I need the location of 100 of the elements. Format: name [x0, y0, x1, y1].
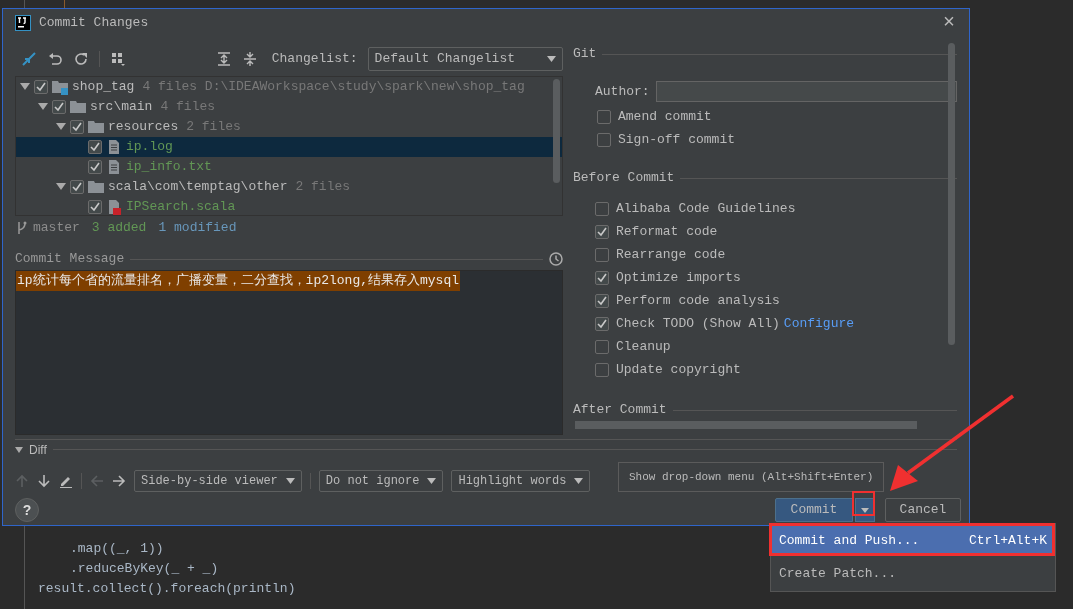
option-label: Cleanup	[616, 337, 671, 356]
right-arrow-button[interactable]	[112, 474, 126, 488]
file-icon	[106, 139, 122, 155]
caret-icon	[547, 56, 556, 62]
tree-row[interactable]: shop_tag 4 files D:\IDEAWorkspace\study\spark\new\shop_tag	[16, 77, 562, 97]
checkbox[interactable]	[70, 180, 84, 194]
changelist-dropdown[interactable]: Default Changelist	[367, 47, 563, 71]
undo-button[interactable]	[47, 51, 63, 67]
folder-name: scala\com\temptag\other	[108, 178, 288, 197]
checkbox[interactable]	[595, 270, 609, 285]
option-label: Update copyright	[616, 360, 741, 379]
highlight-dropdown[interactable]: Highlight words	[451, 470, 591, 492]
added-count: 3 added	[91, 219, 147, 238]
refresh-icon	[73, 51, 89, 67]
tree-row[interactable]: resources 2 files	[16, 117, 562, 137]
author-field[interactable]	[655, 81, 957, 102]
arrows-button[interactable]	[21, 51, 37, 67]
checkbox[interactable]	[595, 293, 609, 308]
down-arrow-button[interactable]	[37, 474, 51, 488]
expand-all-button[interactable]	[215, 51, 232, 67]
file-icon	[106, 159, 122, 175]
history-button[interactable]	[549, 252, 563, 266]
section-title: Git	[573, 45, 597, 64]
tree-row[interactable]: scala\com\temptag\other 2 files	[16, 177, 562, 197]
checkbox[interactable]	[88, 160, 102, 174]
file-name: ip_info.txt	[126, 158, 212, 177]
checkbox[interactable]	[595, 362, 609, 377]
checkbox[interactable]	[595, 339, 609, 354]
menu-item[interactable]: Commit and Push... Ctrl+Alt+K	[771, 526, 1055, 556]
down-arrow-icon	[37, 474, 51, 488]
checkbox[interactable]	[70, 120, 84, 134]
commit-button[interactable]: Commit	[775, 498, 853, 522]
caret-icon	[285, 478, 295, 484]
scrollbar[interactable]	[948, 43, 955, 345]
folder-name: shop_tag	[72, 78, 135, 97]
menu-item[interactable]: Create Patch...	[771, 559, 1055, 589]
app-logo-icon	[15, 15, 31, 31]
tooltip: Show drop-down menu (Alt+Shift+Enter)	[618, 462, 885, 492]
checkbox[interactable]	[595, 316, 609, 331]
window-title: Commit Changes	[39, 14, 149, 33]
close-button[interactable]: ×	[943, 13, 955, 33]
refresh-button[interactable]	[73, 51, 89, 67]
expanded-icon[interactable]	[56, 122, 66, 132]
tree-row[interactable]: ip_info.txt	[16, 157, 562, 177]
cancel-button[interactable]: Cancel	[885, 498, 961, 522]
file-count: 2 files	[295, 178, 351, 197]
expanded-icon[interactable]	[20, 82, 30, 92]
checkbox[interactable]	[595, 224, 609, 239]
option-label: Reformat code	[616, 222, 718, 241]
option-label: Optimize imports	[616, 268, 741, 287]
folder-name: src\main	[90, 98, 153, 117]
tree-row[interactable]: src\main 4 files	[16, 97, 562, 117]
file-name: ip.log	[126, 138, 173, 157]
pencil-button[interactable]	[59, 474, 73, 488]
file-count: 4 files D:\IDEAWorkspace\study\spark\new\shop_tag	[142, 78, 525, 97]
expand-all-icon	[215, 51, 232, 67]
option-label: Perform code analysis	[616, 291, 780, 310]
ignore-dropdown[interactable]: Do not ignore	[318, 470, 444, 492]
checkbox[interactable]	[595, 247, 609, 262]
arrows-icon	[21, 51, 37, 67]
section-label: Commit Message	[15, 250, 125, 269]
module-folder-icon	[52, 79, 68, 95]
option-label: Check TODO (Show All)	[616, 314, 780, 333]
scrollbar[interactable]	[575, 421, 917, 429]
branch-icon	[17, 221, 27, 235]
configure-link[interactable]: Configure	[783, 313, 855, 334]
right-arrow-icon	[112, 474, 126, 488]
tree-row[interactable]: IPSearch.scala	[16, 197, 562, 215]
viewer-dropdown[interactable]: Side-by-side viewer	[134, 470, 302, 492]
checkbox[interactable]	[597, 132, 611, 147]
expanded-icon[interactable]	[38, 102, 48, 112]
check-icon	[597, 295, 607, 306]
author-label: Author:	[595, 82, 650, 101]
branch-name: master	[33, 219, 80, 238]
up-arrow-icon	[15, 474, 29, 488]
group-button[interactable]	[110, 51, 126, 67]
collapse-all-button[interactable]	[241, 51, 258, 67]
check-icon	[597, 226, 607, 237]
undo-icon	[47, 51, 63, 67]
commit-message-field[interactable]: ip统计每个省的流量排名，广播变量，二分查找，ip2long,结果存入mysql	[15, 270, 563, 435]
modified-count: 1 modified	[158, 219, 237, 238]
collapse-all-icon	[241, 51, 258, 67]
clock-icon	[549, 252, 563, 266]
checkbox[interactable]	[597, 109, 611, 124]
expanded-icon[interactable]	[56, 182, 66, 192]
checkbox[interactable]	[88, 140, 102, 154]
checkbox[interactable]	[34, 80, 48, 94]
help-button[interactable]: ?	[15, 498, 39, 522]
file-count: 4 files	[160, 98, 216, 117]
checkbox[interactable]	[595, 201, 609, 216]
code-line: result.collect().foreach(println)	[38, 580, 296, 598]
scrollbar[interactable]	[553, 79, 560, 183]
diff-toggle[interactable]: Diff	[15, 440, 47, 459]
checkbox[interactable]	[52, 100, 66, 114]
tree-row[interactable]: ip.log	[16, 137, 562, 157]
section-title: Before Commit	[573, 169, 675, 188]
section-title: After Commit	[573, 401, 667, 420]
option-label: Alibaba Code Guidelines	[616, 199, 796, 218]
checkbox[interactable]	[88, 200, 102, 214]
file-name: IPSearch.scala	[126, 198, 236, 215]
